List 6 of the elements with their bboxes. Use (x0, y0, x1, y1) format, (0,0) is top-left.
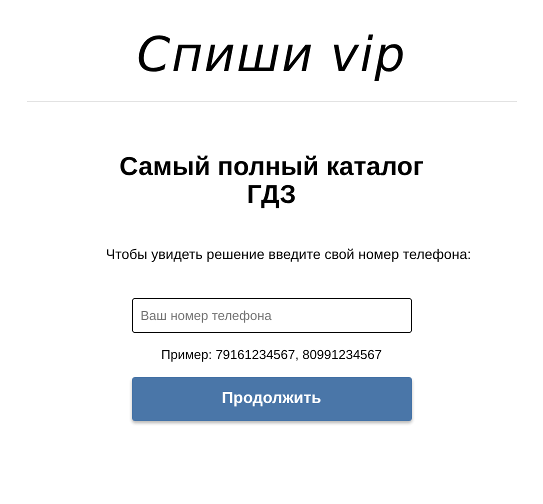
phone-field[interactable]: Ваш номер телефона (132, 298, 412, 333)
site-logo: Спиши vip (136, 30, 406, 78)
example-text: Пример: 79161234567, 80991234567 (161, 346, 382, 364)
continue-button[interactable]: Продолжить (132, 376, 412, 420)
page-heading: Самый полный каталог ГДЗ (118, 152, 425, 208)
phone-prompt: Чтобы увидеть решение введите свой номер телефона: (106, 245, 472, 264)
